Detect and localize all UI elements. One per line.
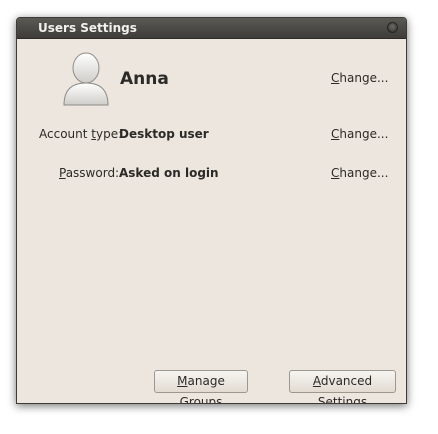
user-name: Anna bbox=[120, 69, 169, 89]
change-password-button[interactable]: Change... bbox=[331, 166, 388, 180]
change-account-type-label: hange... bbox=[339, 127, 389, 141]
password-value: Asked on login bbox=[119, 166, 219, 180]
password-label: Password: bbox=[59, 166, 119, 180]
password-label-rest: assword: bbox=[65, 166, 120, 180]
advanced-settings-label: dvanced Settings bbox=[317, 374, 373, 404]
change-account-type-button[interactable]: Change... bbox=[331, 127, 388, 141]
manage-groups-mnemonic: M bbox=[177, 374, 188, 388]
change-password-label: hange... bbox=[339, 166, 389, 180]
account-type-label-prefix: Account bbox=[39, 127, 92, 141]
manage-groups-button[interactable]: Manage Groups bbox=[154, 370, 248, 403]
window-title: Users Settings bbox=[38, 21, 137, 35]
users-settings-window: Users Settings Anna Change... Account ty… bbox=[16, 17, 407, 404]
title-bar[interactable]: Users Settings bbox=[17, 18, 406, 39]
user-avatar-icon bbox=[63, 52, 109, 106]
window-close-icon[interactable] bbox=[387, 22, 398, 33]
password-label-mnemonic: P bbox=[59, 166, 66, 180]
advanced-settings-mnemonic: A bbox=[312, 374, 321, 388]
change-name-label: hange... bbox=[339, 71, 389, 85]
account-type-label: Account type: bbox=[39, 127, 122, 141]
account-type-value: Desktop user bbox=[119, 127, 209, 141]
advanced-settings-button[interactable]: Advanced Settings bbox=[289, 370, 396, 403]
change-name-button[interactable]: Change... bbox=[331, 71, 388, 85]
